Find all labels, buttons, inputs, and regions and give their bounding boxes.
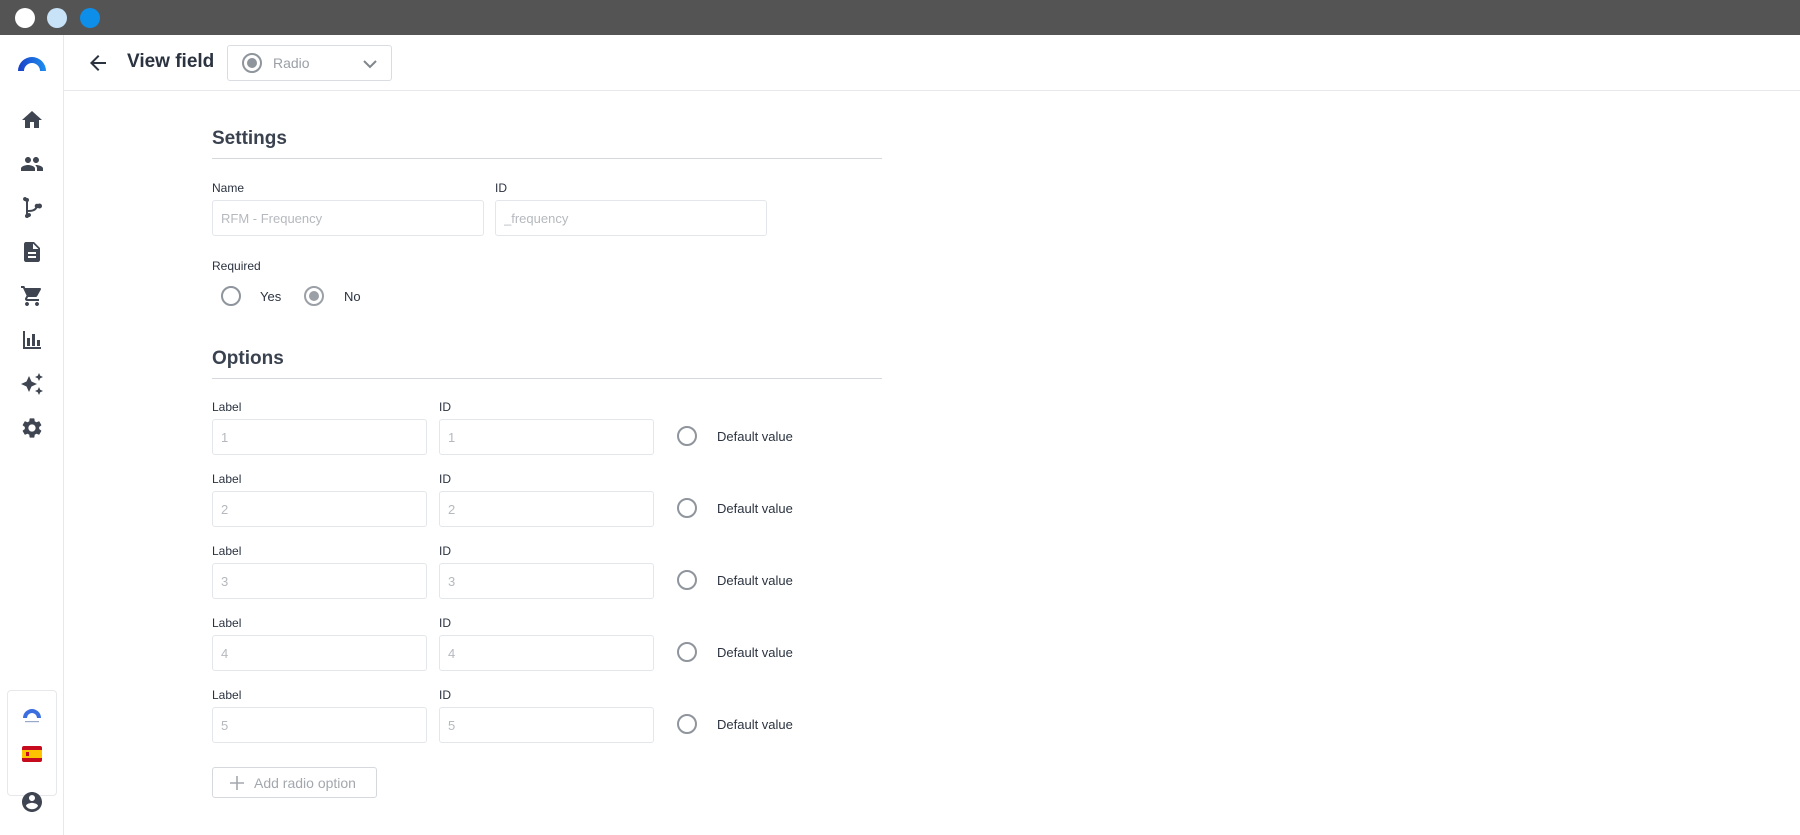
- option-id-caption: ID: [439, 616, 451, 630]
- option-label-input[interactable]: [212, 635, 427, 671]
- window-zoom-button[interactable]: [80, 8, 100, 28]
- window-minimize-button[interactable]: [47, 8, 67, 28]
- option-label-input[interactable]: [212, 419, 427, 455]
- window-close-button[interactable]: [15, 8, 35, 28]
- option-label-caption: Label: [212, 472, 242, 486]
- required-label: Required: [212, 259, 261, 273]
- option-label-input[interactable]: [212, 563, 427, 599]
- option-id-caption: ID: [439, 400, 451, 414]
- gear-icon[interactable]: [20, 416, 44, 440]
- option-label-input[interactable]: [212, 707, 427, 743]
- option-id-input[interactable]: [439, 635, 654, 671]
- add-radio-option-label: Add radio option: [254, 774, 356, 791]
- options-heading: Options: [212, 348, 284, 369]
- name-field[interactable]: [212, 200, 484, 236]
- settings-heading: Settings: [212, 128, 287, 149]
- options-divider: [212, 378, 882, 379]
- people-icon[interactable]: [20, 152, 44, 176]
- option-id-caption: ID: [439, 688, 451, 702]
- option-default-radio[interactable]: [677, 714, 697, 734]
- option-label-caption: Label: [212, 688, 242, 702]
- option-id-input[interactable]: [439, 707, 654, 743]
- option-default-label: Default value: [717, 645, 793, 660]
- settings-divider: [212, 158, 882, 159]
- home-icon[interactable]: [20, 108, 44, 132]
- required-yes-label: Yes: [260, 289, 282, 304]
- brand-arc-icon[interactable]: [16, 50, 48, 74]
- option-default-label: Default value: [717, 573, 793, 588]
- option-label-caption: Label: [212, 400, 242, 414]
- branch-icon[interactable]: [20, 196, 44, 220]
- option-label-caption: Label: [212, 616, 242, 630]
- brand-arc-small-icon[interactable]: [20, 702, 44, 726]
- back-arrow-icon[interactable]: [86, 51, 110, 75]
- option-default-label: Default value: [717, 501, 793, 516]
- option-default-radio[interactable]: [677, 426, 697, 446]
- id-field[interactable]: [495, 200, 767, 236]
- option-id-input[interactable]: [439, 491, 654, 527]
- option-default-radio[interactable]: [677, 642, 697, 662]
- sparkles-icon[interactable]: [20, 372, 44, 396]
- radio-type-icon: [242, 53, 262, 73]
- page-header: View field Radio: [64, 35, 1800, 91]
- option-label-caption: Label: [212, 544, 242, 558]
- option-default-radio[interactable]: [677, 570, 697, 590]
- window-titlebar: [0, 0, 1800, 35]
- name-label: Name: [212, 181, 245, 195]
- sidebar: [0, 35, 64, 835]
- document-icon[interactable]: [20, 240, 44, 264]
- spain-flag-icon[interactable]: [20, 742, 44, 766]
- required-no-label: No: [344, 289, 361, 304]
- option-default-label: Default value: [717, 717, 793, 732]
- option-default-label: Default value: [717, 429, 793, 444]
- required-no-radio[interactable]: [304, 286, 324, 306]
- cart-icon[interactable]: [20, 284, 44, 308]
- option-id-input[interactable]: [439, 419, 654, 455]
- add-radio-option-button[interactable]: Add radio option: [212, 767, 377, 798]
- option-default-radio[interactable]: [677, 498, 697, 518]
- account-circle-icon[interactable]: [20, 790, 44, 814]
- bar-chart-icon[interactable]: [20, 328, 44, 352]
- field-type-value: Radio: [273, 55, 310, 71]
- field-type-select[interactable]: Radio: [227, 45, 392, 81]
- plus-icon: [229, 775, 245, 791]
- required-yes-radio[interactable]: [221, 286, 241, 306]
- option-id-input[interactable]: [439, 563, 654, 599]
- chevron-down-icon: [361, 55, 379, 73]
- option-id-caption: ID: [439, 544, 451, 558]
- page-title: View field: [127, 51, 215, 72]
- option-label-input[interactable]: [212, 491, 427, 527]
- option-id-caption: ID: [439, 472, 451, 486]
- id-label: ID: [495, 181, 507, 195]
